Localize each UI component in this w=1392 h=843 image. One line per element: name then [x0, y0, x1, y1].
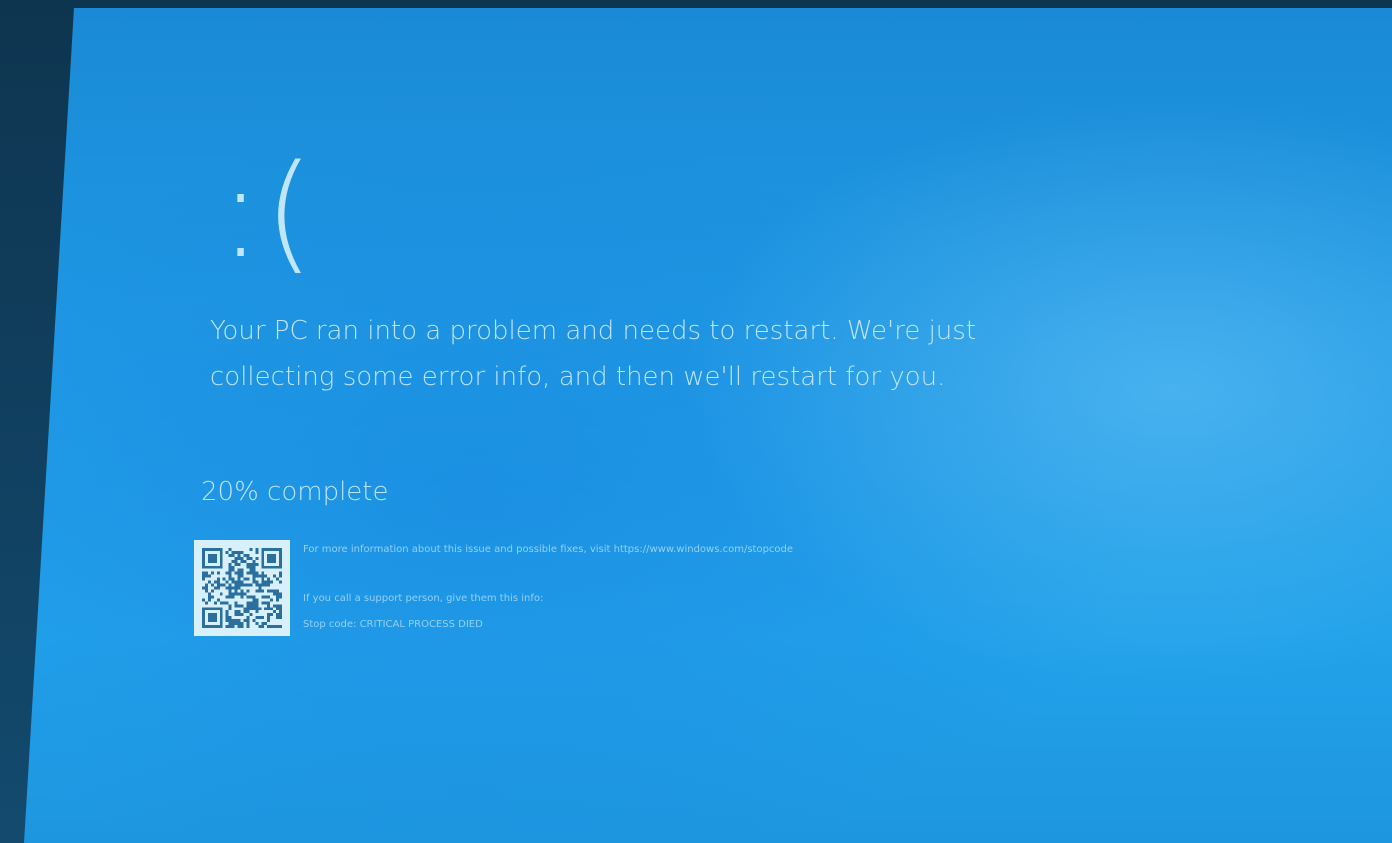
support-info-text: If you call a support person, give them …: [303, 593, 544, 604]
error-message: Your PC ran into a problem and needs to …: [210, 316, 977, 392]
stop-code-text: Stop code: CRITICAL PROCESS DIED: [303, 619, 483, 630]
more-info-text: For more information about this issue an…: [303, 544, 794, 555]
qr-code-icon: [194, 540, 290, 636]
blue-screen: :( Your PC ran into a problem and needs …: [24, 8, 1392, 843]
sad-face-emoticon: :(: [219, 138, 317, 287]
progress-text: 20% complete: [201, 477, 389, 507]
